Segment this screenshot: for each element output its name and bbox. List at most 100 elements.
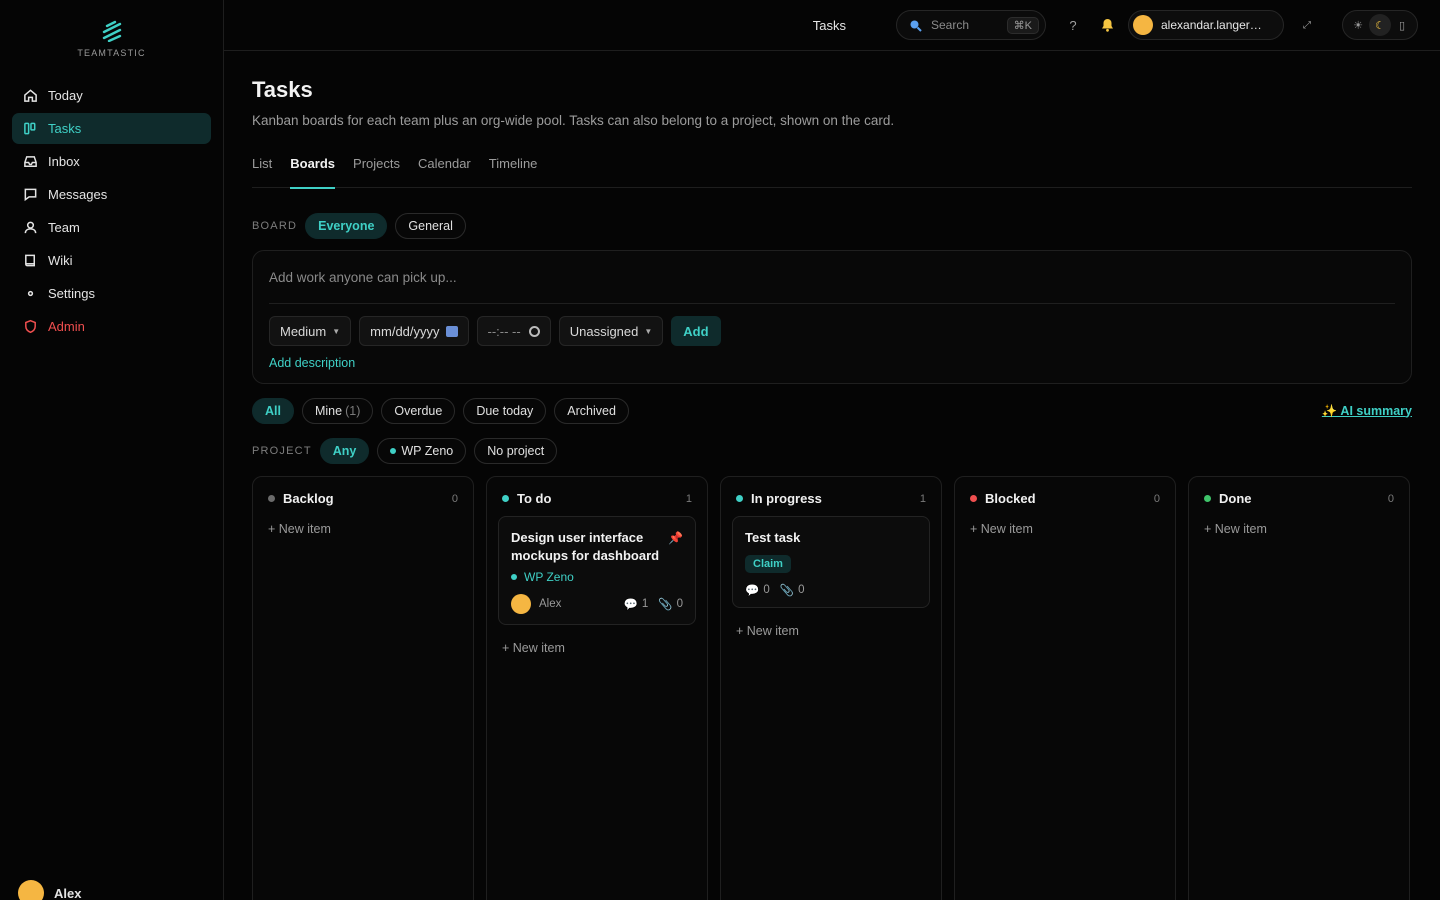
card-assignee: Alex [511,594,561,614]
caret-down-icon: ▼ [644,326,653,336]
home-icon [22,88,38,104]
sidebar-item-wiki[interactable]: Wiki [12,245,211,276]
sidebar-item-messages[interactable]: Messages [12,179,211,210]
column-count: 0 [451,492,458,505]
sidebar-user-name: Alex [54,885,82,900]
due-date-placeholder: mm/dd/yyyy [370,323,440,339]
new-item-button[interactable]: + New item [498,641,696,655]
moon-icon[interactable]: ☾ [1369,14,1391,36]
user-menu[interactable]: alexandar.langer@g... [1128,10,1284,40]
column-name: In progress [751,491,822,506]
task-filters: All Mine (1) Overdue Due today Archived … [252,398,1412,424]
due-time-input[interactable]: --:-- -- [476,316,551,346]
column-header: Backlog 0 [264,491,462,506]
new-item-button[interactable]: + New item [264,522,462,536]
theme-toggle[interactable]: ☀ ☾ ▯ [1342,10,1418,40]
filter-due-today[interactable]: Due today [463,398,547,424]
avatar [511,594,531,614]
tab-timeline[interactable]: Timeline [489,155,538,188]
device-icon[interactable]: ▯ [1391,14,1413,36]
sidebar-item-admin[interactable]: Admin [12,311,211,342]
column-done: Done 0 + New item [1188,476,1410,900]
tab-list[interactable]: List [252,155,272,188]
column-name: Done [1219,491,1252,506]
filter-mine[interactable]: Mine (1) [301,398,374,424]
comment-count: 0 [763,584,770,596]
inbox-icon [22,154,38,170]
status-dot-icon [1204,495,1211,502]
help-icon[interactable]: ? [1060,12,1086,38]
comment-icon: 💬 [623,599,638,611]
new-item-button[interactable]: + New item [732,624,930,638]
project-wp-zeno-label: WP Zeno [401,444,454,458]
filter-mine-label: Mine [314,404,343,418]
status-dot-icon [970,495,977,502]
filter-all[interactable]: All [252,398,294,424]
sidebar-item-label: Wiki [48,253,73,268]
board-icon [22,121,38,137]
new-item-button[interactable]: + New item [966,522,1164,536]
task-title-input[interactable]: Add work anyone can pick up... [269,251,1395,304]
tab-calendar[interactable]: Calendar [418,155,471,188]
new-item-button[interactable]: + New item [1200,522,1398,536]
status-dot-icon [268,495,275,502]
add-task-button[interactable]: Add [671,316,721,346]
ai-summary-link[interactable]: ✨ AI summary [1322,404,1412,419]
sun-icon[interactable]: ☀ [1347,14,1369,36]
task-title: Test task [745,530,801,545]
project-tag: WP Zeno [511,570,683,584]
status-dot-icon [736,495,743,502]
project-none[interactable]: No project [474,438,558,464]
tab-projects[interactable]: Projects [353,155,400,188]
column-count: 0 [1153,492,1160,505]
card-footer: 💬 0 📎 0 [745,583,917,597]
board-filter-label: BOARD [252,220,298,232]
pin-icon[interactable]: 📌 [668,529,683,565]
project-wp-zeno[interactable]: WP Zeno [377,438,467,464]
tab-boards[interactable]: Boards [290,155,335,189]
sidebar-item-team[interactable]: Team [12,212,211,243]
board-general[interactable]: General [395,213,466,239]
sidebar-item-settings[interactable]: Settings [12,278,211,309]
attachment-icon: 📎 [658,599,673,611]
attachment-count: 0 [676,598,683,610]
expand-icon[interactable]: ⤢ [1294,12,1320,38]
filter-archived[interactable]: Archived [554,398,629,424]
project-any[interactable]: Any [319,438,370,464]
settings-dot-icon [22,286,38,302]
task-card[interactable]: Design user interface mockups for dashbo… [498,516,696,625]
sidebar-item-label: Team [48,220,80,235]
avatar [1133,15,1153,35]
brand-logo[interactable]: TEAMTASTIC [0,0,223,72]
sidebar-item-label: Inbox [48,154,80,169]
add-description-link[interactable]: Add description [269,356,1395,370]
due-date-input[interactable]: mm/dd/yyyy [359,316,469,346]
column-count: 1 [919,492,926,505]
topbar-title: Tasks [812,17,846,33]
project-dot-icon [390,448,397,454]
column-blocked: Blocked 0 + New item [954,476,1176,900]
assignee-select[interactable]: Unassigned ▼ [558,316,664,346]
logo-mark-icon [102,20,121,42]
sidebar-nav: Today Tasks Inbox Messages Team Wiki Set… [0,72,223,352]
bell-icon[interactable] [1094,12,1120,38]
search-placeholder: Search [931,18,970,32]
sidebar-user[interactable]: Alex [18,880,81,900]
filter-mine-count: (1) [345,404,361,418]
sidebar-item-today[interactable]: Today [12,80,211,111]
task-card[interactable]: Test task Claim 💬 0 📎 0 [732,516,930,608]
sidebar-item-tasks[interactable]: Tasks [12,113,211,144]
board-everyone[interactable]: Everyone [305,213,388,239]
column-todo: To do 1 Design user interface mockups fo… [486,476,708,900]
column-header: In progress 1 [732,491,930,506]
search-input[interactable]: Search ⌘K [896,10,1046,40]
column-count: 0 [1387,492,1394,505]
priority-select[interactable]: Medium ▼ [269,316,352,346]
sidebar-item-inbox[interactable]: Inbox [12,146,211,177]
claim-button[interactable]: Claim [745,555,791,573]
content: Tasks Kanban boards for each team plus a… [224,51,1440,900]
sidebar-item-label: Admin [48,319,85,334]
filter-overdue[interactable]: Overdue [381,398,456,424]
kanban-board: Backlog 0 + New item To do 1 Design user… [252,476,1412,900]
column-header: To do 1 [498,491,696,506]
